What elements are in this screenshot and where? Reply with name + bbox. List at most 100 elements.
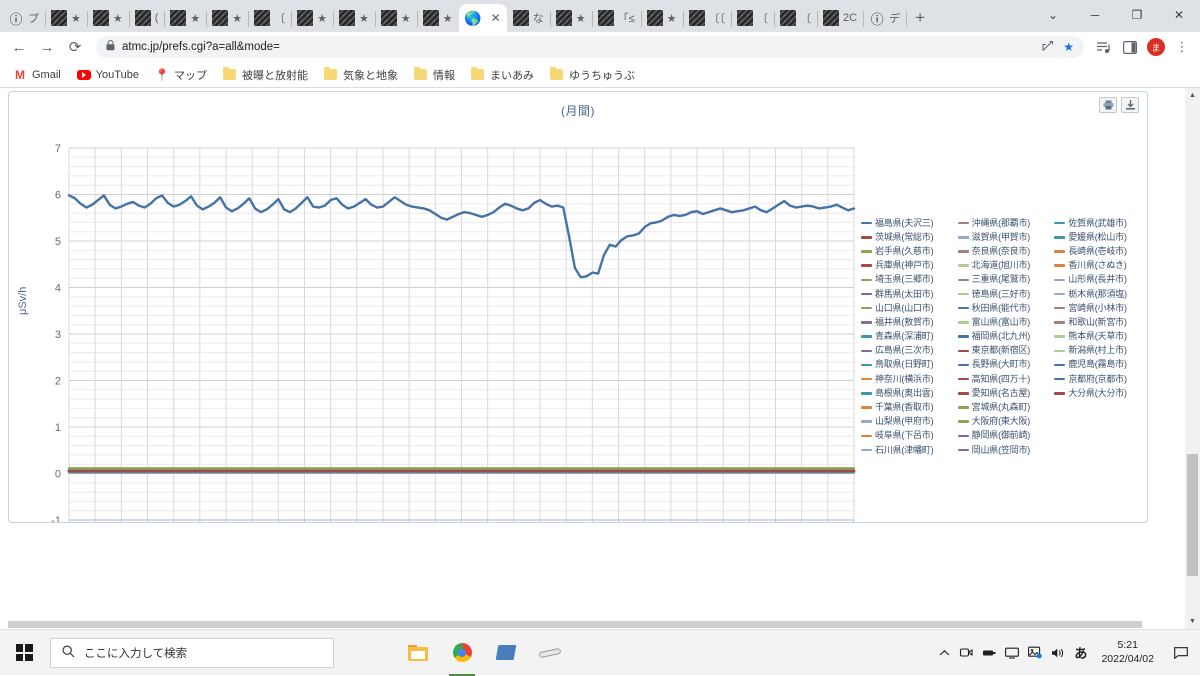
notification-center-button[interactable] (1168, 646, 1194, 659)
browser-tab[interactable]: ★ (206, 4, 250, 32)
browser-tab[interactable]: ★ (164, 4, 208, 32)
forward-button[interactable]: → (34, 34, 60, 60)
browser-tab[interactable]: ★ (641, 4, 684, 32)
legend-item[interactable]: 鳥取県(日野町) (861, 358, 958, 372)
bookmark-item[interactable]: 被曝と放射能 (216, 65, 315, 85)
taskbar-clock[interactable]: 5:21 2022/04/02 (1101, 639, 1154, 665)
legend-item[interactable]: 島根県(奥出雲) (861, 386, 958, 400)
legend-item[interactable]: 岐阜県(下呂市) (861, 429, 958, 443)
new-tab-button[interactable]: + (906, 4, 934, 32)
legend-item[interactable]: 栃木県(那須塩) (1054, 287, 1151, 301)
legend-item[interactable]: 鹿児島(霧島市) (1054, 358, 1151, 372)
reload-button[interactable]: ⟳ (62, 34, 88, 60)
scroll-down-arrow-icon[interactable]: ▼ (1185, 614, 1200, 629)
photo-icon[interactable] (1028, 646, 1043, 659)
legend-item[interactable]: 長崎県(壱岐市) (1054, 244, 1151, 258)
taskbar-app-file-explorer[interactable] (396, 630, 440, 676)
legend-item[interactable]: 新潟県(村上市) (1054, 344, 1151, 358)
bookmark-item[interactable]: 📍 マップ (148, 65, 214, 85)
browser-tab[interactable]: ★ (375, 4, 418, 32)
legend-item[interactable]: 埼玉県(三郷市) (861, 273, 958, 287)
legend-item[interactable]: 奈良県(奈良市) (957, 244, 1055, 258)
bookmark-item[interactable]: 情報 (407, 65, 462, 85)
legend-item[interactable]: 富山県(富山市) (957, 315, 1055, 329)
browser-tab[interactable]: 〔 (774, 4, 819, 32)
browser-tab[interactable]: ★ (550, 4, 593, 32)
taskbar-app-snip[interactable] (528, 630, 572, 676)
legend-item[interactable]: 福井県(敖賀市) (861, 315, 958, 329)
download-chart-button[interactable] (1121, 97, 1139, 113)
scroll-up-arrow-icon[interactable]: ▲ (1185, 88, 1200, 103)
legend-item[interactable]: 福岡県(北九州) (957, 330, 1055, 344)
legend-item[interactable]: 秋田県(能代市) (957, 301, 1055, 315)
legend-item[interactable]: 兵庫県(神戸市) (861, 259, 958, 273)
legend-item[interactable]: 静岡県(御前崎) (957, 429, 1055, 443)
legend-item[interactable]: 徳島県(三好市) (957, 287, 1055, 301)
legend-item[interactable]: 東京都(新宿区) (957, 344, 1055, 358)
legend-item[interactable]: 大阪府(東大阪) (957, 415, 1055, 429)
legend-item[interactable]: 山梨県(甲府市) (861, 415, 958, 429)
browser-tab[interactable]: ( (129, 4, 166, 32)
display-icon[interactable] (1005, 647, 1020, 659)
taskbar-search-box[interactable]: ここに入力して検索 (50, 637, 334, 668)
side-panel-icon[interactable] (1118, 35, 1142, 59)
usb-icon[interactable] (982, 647, 996, 659)
legend-item[interactable]: 宮崎県(小林市) (1054, 301, 1151, 315)
legend-item[interactable]: 大分県(大分市) (1054, 386, 1151, 400)
browser-tab[interactable]: ★ (87, 4, 130, 32)
legend-item[interactable]: 香川県(さぬき) (1054, 259, 1151, 273)
minimize-button[interactable]: ─ (1074, 0, 1116, 30)
legend-item[interactable]: 青森県(深浦町) (861, 330, 958, 344)
bookmark-item[interactable]: M Gmail (6, 66, 68, 84)
browser-tab[interactable]: 「≤ (592, 4, 642, 32)
browser-tab[interactable]: 〔 (248, 4, 293, 32)
legend-item[interactable]: 京都府(京都市) (1054, 372, 1151, 386)
legend-item[interactable]: 和歌山(新宮市) (1054, 315, 1151, 329)
legend-item[interactable]: 長野県(大町市) (957, 358, 1055, 372)
legend-item[interactable]: 北海道(旭川市) (957, 259, 1055, 273)
legend-item[interactable]: 福島県(夫沢三) (861, 216, 958, 230)
browser-tab[interactable]: ⓘ プ (2, 4, 46, 32)
camera-icon[interactable] (959, 646, 973, 659)
legend-item[interactable]: 愛媛県(松山市) (1054, 230, 1151, 244)
legend-item[interactable]: 岡山県(笠岡市) (957, 443, 1055, 457)
browser-tab[interactable]: ★ (291, 4, 335, 32)
browser-tab[interactable]: 〔〔 (683, 4, 733, 32)
legend-item[interactable]: 熊本県(天草市) (1054, 330, 1151, 344)
share-icon[interactable] (1042, 39, 1055, 55)
legend-item[interactable]: 千葉県(香取市) (861, 400, 958, 414)
browser-tab[interactable]: な (507, 4, 551, 32)
vertical-scrollbar[interactable]: ▲ ▼ (1185, 88, 1200, 629)
browser-tab[interactable]: 〔 (731, 4, 776, 32)
volume-icon[interactable] (1051, 647, 1065, 659)
ime-indicator[interactable]: あ (1074, 643, 1087, 662)
legend-item[interactable]: 神奈川(横浜市) (861, 372, 958, 386)
taskbar-app-google-chrome[interactable] (440, 630, 484, 676)
close-tab-icon[interactable]: ✕ (491, 11, 501, 25)
legend-item[interactable]: 愛知県(名古屋) (957, 386, 1055, 400)
browser-tab[interactable]: ★ (45, 4, 88, 32)
legend-item[interactable]: 石川県(津幡町) (861, 443, 958, 457)
browser-tab[interactable]: ⓘ デ (863, 4, 908, 32)
vertical-scrollbar-thumb[interactable] (1187, 454, 1198, 576)
address-bar[interactable]: atmc.jp/prefs.cgi?a=all&mode= ★ (96, 36, 1084, 58)
legend-item[interactable]: 岩手県(久慈市) (861, 244, 958, 258)
chevron-up-icon[interactable] (939, 649, 950, 657)
start-button[interactable] (0, 630, 48, 676)
bookmark-item[interactable]: 気象と地象 (317, 65, 405, 85)
taskbar-app-dictionary[interactable] (484, 630, 528, 676)
legend-item[interactable]: 宮城県(丸森町) (957, 400, 1055, 414)
browser-tab[interactable]: ★ (333, 4, 376, 32)
browser-tab[interactable]: 🌎 ✕ (458, 4, 507, 32)
profile-avatar[interactable]: ま (1144, 35, 1168, 59)
bookmark-item[interactable]: ゆうちゅうぶ (543, 65, 642, 85)
maximize-button[interactable]: ❐ (1116, 0, 1158, 30)
bookmark-item[interactable]: まいあみ (464, 65, 541, 85)
print-chart-button[interactable] (1099, 97, 1117, 113)
bookmark-star-icon[interactable]: ★ (1063, 40, 1074, 54)
legend-item[interactable]: 茨城県(常総市) (861, 230, 958, 244)
chrome-menu-button[interactable]: ⋮ (1170, 35, 1194, 59)
legend-item[interactable]: 三重県(尾鷲市) (957, 273, 1055, 287)
back-button[interactable]: ← (6, 34, 32, 60)
legend-item[interactable]: 滋賀県(甲賀市) (957, 230, 1055, 244)
